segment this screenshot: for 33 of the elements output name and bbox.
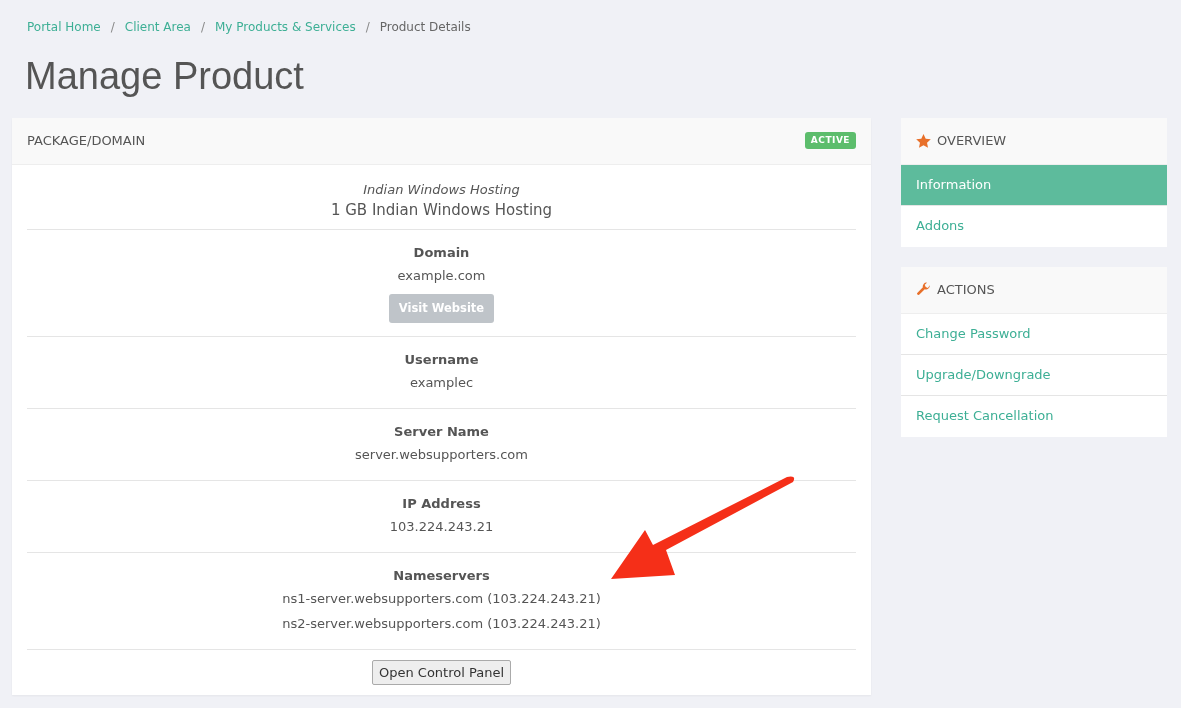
sidebar-item[interactable]: Information	[901, 164, 1167, 206]
breadcrumb-current: Product Details	[379, 19, 471, 36]
sidebar-item[interactable]: Change Password	[901, 313, 1167, 355]
control-panel-button[interactable]: Open Control Panel	[371, 659, 512, 686]
panel-title: OVERVIEW	[937, 131, 1007, 150]
field-value: ns1-server.websupporters.com (103.224.243.21)	[281, 589, 602, 608]
breadcrumb-separator: /	[365, 19, 370, 36]
field-value: example.com	[396, 266, 487, 285]
product-name: 1 GB Indian Windows Hosting	[329, 199, 554, 221]
field-value: 103.224.243.21	[388, 517, 495, 536]
breadcrumb-link[interactable]: My Products & Services	[215, 18, 356, 36]
breadcrumb-link[interactable]: Portal Home	[27, 18, 101, 36]
field-value: server.websupporters.com	[354, 445, 529, 464]
page-title: Manage Product	[25, 54, 305, 99]
star-icon	[916, 133, 931, 148]
sidebar-item[interactable]: Addons	[901, 205, 1167, 247]
status-badge: ACTIVE	[804, 131, 856, 150]
field-label: Domain	[412, 243, 471, 262]
product-group: Indian Windows Hosting	[27, 180, 856, 199]
field-label: Server Name	[393, 422, 490, 441]
sidebar-item[interactable]: Upgrade/Downgrade	[901, 354, 1167, 396]
field-label: Username	[403, 350, 480, 369]
field-label: Nameservers	[392, 566, 491, 585]
card-title: PACKAGE/DOMAIN	[27, 131, 146, 150]
breadcrumb-separator: /	[110, 19, 115, 36]
sidebar-item[interactable]: Request Cancellation	[901, 395, 1167, 437]
breadcrumb-link[interactable]: Client Area	[124, 18, 191, 36]
field-value: examplec	[408, 373, 475, 392]
wrench-icon	[916, 282, 931, 298]
panel-title: ACTIONS	[937, 280, 995, 299]
field-label: IP Address	[401, 494, 482, 513]
breadcrumb-separator: /	[200, 19, 205, 36]
field-value: ns2-server.websupporters.com (103.224.243.21)	[281, 614, 602, 633]
